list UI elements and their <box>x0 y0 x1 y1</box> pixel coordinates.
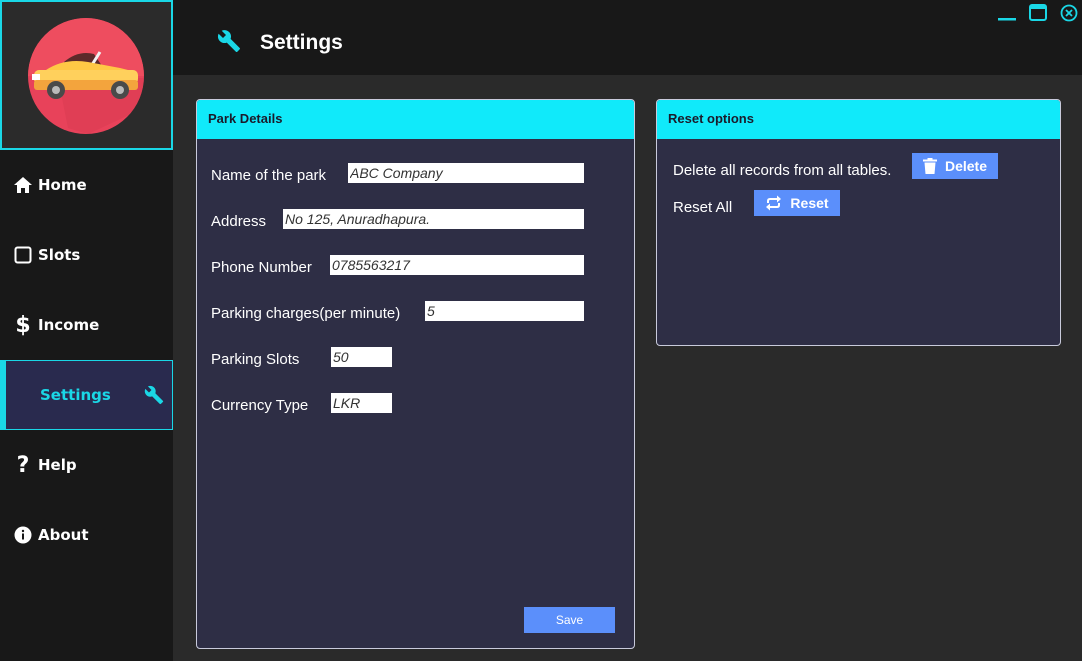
address-label: Address <box>211 213 267 230</box>
reset-options-title: Reset options <box>657 100 1060 139</box>
sidebar-item-label: About <box>38 526 89 544</box>
question-icon: ? <box>16 452 30 478</box>
parking-slots-label: Parking Slots <box>211 351 300 368</box>
address-input[interactable] <box>283 209 584 229</box>
sidebar-item-slots[interactable]: Slots <box>0 220 173 290</box>
sidebar-item-label: Settings <box>40 386 111 404</box>
sidebar-item-about[interactable]: About <box>0 500 173 570</box>
reset-button-label: Reset <box>790 195 829 211</box>
park-name-input[interactable] <box>348 163 584 183</box>
save-button[interactable]: Save <box>524 607 615 633</box>
phone-input[interactable] <box>330 255 584 275</box>
parking-charges-label: Parking charges(per minute) <box>211 305 401 322</box>
currency-type-input[interactable] <box>331 393 392 413</box>
sidebar-item-income[interactable]: $ Income <box>0 290 173 360</box>
currency-type-label: Currency Type <box>211 397 309 414</box>
home-icon <box>12 174 34 196</box>
sidebar-item-label: Slots <box>38 246 81 264</box>
info-icon <box>12 524 34 546</box>
park-details-panel: Park Details Name of the park Address Ph… <box>196 99 635 649</box>
header: Settings <box>173 0 1082 75</box>
sidebar-item-label: Help <box>38 456 77 474</box>
sidebar-item-home[interactable]: Home <box>0 150 173 220</box>
app-logo <box>0 0 173 150</box>
refresh-icon <box>765 195 782 211</box>
page-title: Settings <box>260 31 343 54</box>
delete-button[interactable]: Delete <box>912 153 998 179</box>
sidebar-item-settings[interactable]: Settings <box>0 360 173 430</box>
close-icon[interactable] <box>1060 4 1078 26</box>
sidebar-item-help[interactable]: ? Help <box>0 430 173 500</box>
delete-description: Delete all records from all tables. <box>673 162 892 179</box>
trash-icon <box>922 158 937 174</box>
dollar-icon: $ <box>15 312 31 338</box>
sidebar: Home Slots $ Income Settings ? Help Abou… <box>0 0 173 661</box>
reset-button[interactable]: Reset <box>754 190 840 216</box>
phone-label: Phone Number <box>211 259 312 276</box>
minimize-icon[interactable] <box>997 4 1017 26</box>
reset-all-label: Reset All <box>673 199 733 216</box>
car-logo-icon <box>28 18 144 134</box>
square-icon <box>12 244 34 266</box>
wrench-icon <box>217 29 241 57</box>
maximize-icon[interactable] <box>1029 4 1047 26</box>
delete-button-label: Delete <box>944 158 988 174</box>
wrench-icon <box>144 385 164 409</box>
park-name-label: Name of the park <box>211 167 327 184</box>
park-details-title: Park Details <box>197 100 634 139</box>
parking-charges-input[interactable] <box>425 301 584 321</box>
parking-slots-input[interactable] <box>331 347 392 367</box>
sidebar-item-label: Home <box>38 176 87 194</box>
reset-options-panel: Reset options Delete all records from al… <box>656 99 1061 346</box>
sidebar-item-label: Income <box>38 316 100 334</box>
